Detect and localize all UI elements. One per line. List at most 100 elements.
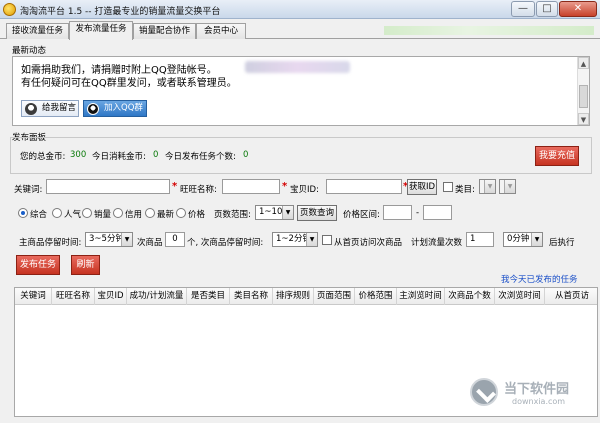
page-range-label: 页数范围:	[214, 210, 251, 220]
join-qq-group-label: 加入QQ群	[104, 103, 143, 113]
plan-times-label: 计划流量次数	[411, 238, 463, 248]
sort-label-sales: 销量	[94, 210, 112, 220]
price-separator: -	[416, 208, 420, 218]
scroll-thumb[interactable]	[579, 85, 588, 108]
today-spent-label: 今日消耗金币:	[92, 152, 146, 162]
sub-stay-label: 个, 次商品停留时间:	[187, 238, 264, 248]
scroll-up-icon[interactable]: ▲	[578, 57, 589, 69]
sort-radio-newest[interactable]	[145, 208, 155, 218]
tab-member-center[interactable]: 会员中心	[196, 23, 246, 39]
today-tasks-value: 0	[243, 150, 249, 160]
recharge-button[interactable]: 我要充值	[535, 146, 579, 166]
watermark: 当下软件园 downxia.com	[470, 376, 598, 416]
column-header[interactable]: 页面范围	[314, 288, 355, 305]
sort-radio-credit[interactable]	[113, 208, 123, 218]
news-label: 最新动态	[12, 46, 47, 56]
sub-stay-select[interactable]: 1~2分钟 ▼	[272, 232, 318, 247]
required-mark: *	[282, 181, 288, 192]
from-home-checkbox[interactable]	[322, 235, 332, 245]
sort-radio-comprehensive[interactable]	[18, 208, 28, 218]
chevron-down-icon: ▼	[306, 233, 317, 246]
tab-receive-task[interactable]: 接收流量任务	[6, 23, 69, 39]
status-strip	[384, 26, 594, 35]
tab-sales-cooperation[interactable]: 销量配合协作	[133, 23, 196, 39]
tab-publish-task[interactable]: 发布流量任务	[69, 21, 133, 40]
price-range-label: 价格区间:	[343, 210, 380, 220]
delay-select[interactable]: 0分钟 ▼	[503, 232, 543, 247]
category-select-1[interactable]: ▼	[479, 179, 496, 194]
column-header[interactable]: 从首页访	[545, 288, 597, 305]
news-scrollbar[interactable]: ▲ ▼	[577, 57, 589, 125]
chevron-down-icon: ▼	[282, 206, 293, 219]
column-header[interactable]: 类目名称	[230, 288, 273, 305]
sub-item-label: 次商品	[137, 238, 163, 248]
sub-count-input[interactable]: 0	[165, 232, 185, 247]
message-icon	[25, 103, 37, 115]
scroll-down-icon[interactable]: ▼	[578, 113, 589, 125]
wangwang-input[interactable]	[222, 179, 280, 194]
maximize-button[interactable]: □	[536, 1, 558, 17]
from-home-label: 从首页访问次商品	[334, 238, 403, 248]
category-select-2[interactable]: ▼	[499, 179, 516, 194]
join-qq-group-button[interactable]: 加入QQ群	[83, 100, 147, 117]
price-max-input[interactable]	[423, 205, 452, 220]
sort-label-credit: 信用	[125, 210, 143, 220]
column-header[interactable]: 次商品个数	[445, 288, 495, 305]
refresh-button[interactable]: 刷新	[71, 255, 100, 275]
required-mark: *	[172, 181, 178, 192]
column-header[interactable]: 排序规则	[273, 288, 314, 305]
column-header[interactable]: 主浏览时间	[397, 288, 445, 305]
table-header: 关键词 旺旺名称 宝贝ID 成功/计划流量 是否类目 类目名称 排序规则 页面范…	[15, 288, 597, 305]
chevron-down-icon: ▼	[531, 233, 542, 246]
price-min-input[interactable]	[383, 205, 412, 220]
leave-message-label: 给我留言	[42, 103, 77, 113]
column-header[interactable]: 次浏览时间	[495, 288, 545, 305]
column-header[interactable]: 宝贝ID	[95, 288, 127, 305]
main-tabs: 接收流量任务 发布流量任务 销量配合协作 会员中心	[0, 20, 600, 40]
window-title: 淘淘流平台 1.5 -- 打造最专业的销量流量交换平台	[20, 7, 221, 17]
sort-label-comprehensive: 综合	[30, 210, 48, 220]
get-id-button[interactable]: 获取ID	[407, 179, 437, 195]
sort-radio-price[interactable]	[176, 208, 186, 218]
main-stay-value: 3~5分钟	[89, 234, 124, 244]
redacted-area	[245, 61, 350, 73]
sort-radio-popularity[interactable]	[52, 208, 62, 218]
watermark-title: 当下软件园	[504, 382, 570, 397]
sort-label-newest: 最新	[157, 210, 175, 220]
publish-task-button[interactable]: 发布任务	[16, 255, 60, 275]
item-id-input[interactable]	[326, 179, 402, 194]
sort-label-popularity: 人气	[64, 210, 82, 220]
category-label: 类目:	[455, 185, 475, 195]
main-stay-label: 主商品停留时间:	[19, 238, 82, 248]
sort-radio-sales[interactable]	[82, 208, 92, 218]
after-exec-label: 后执行	[549, 238, 575, 248]
column-header[interactable]: 关键词	[15, 288, 52, 305]
close-button[interactable]: ✕	[559, 1, 597, 17]
category-checkbox[interactable]	[443, 182, 453, 192]
page-range-value: 1~10	[259, 207, 283, 217]
column-header[interactable]: 旺旺名称	[52, 288, 95, 305]
plan-times-input[interactable]: 1	[466, 232, 494, 247]
keyword-input[interactable]	[46, 179, 170, 194]
item-id-label: 宝贝ID:	[290, 185, 319, 195]
keyword-label: 关键词:	[14, 185, 43, 195]
page-query-button[interactable]: 页数查询	[297, 205, 337, 221]
delay-value: 0分钟	[507, 234, 530, 244]
today-tasks-link[interactable]: 我今天已发布的任务	[501, 273, 578, 285]
download-logo-icon	[470, 378, 498, 406]
leave-message-button[interactable]: 给我留言	[21, 100, 79, 117]
news-box: 如需捐助我们，请捐赠时附上QQ登陆帐号。 有任何疑问可在QQ群里发问，或者联系管…	[12, 56, 590, 126]
sort-label-price: 价格	[188, 210, 206, 220]
column-header[interactable]: 价格范围	[355, 288, 397, 305]
chevron-down-icon: ▼	[484, 180, 495, 193]
minimize-button[interactable]: —	[511, 1, 535, 17]
today-tasks-label: 今日发布任务个数:	[165, 152, 236, 162]
total-coins-value: 300	[70, 150, 87, 160]
app-logo-icon	[3, 3, 16, 16]
column-header[interactable]: 是否类目	[187, 288, 230, 305]
qq-icon	[87, 103, 99, 115]
column-header[interactable]: 成功/计划流量	[127, 288, 187, 305]
page-range-select[interactable]: 1~10 ▼	[255, 205, 294, 220]
wangwang-label: 旺旺名称:	[180, 185, 217, 195]
main-stay-select[interactable]: 3~5分钟 ▼	[85, 232, 133, 247]
